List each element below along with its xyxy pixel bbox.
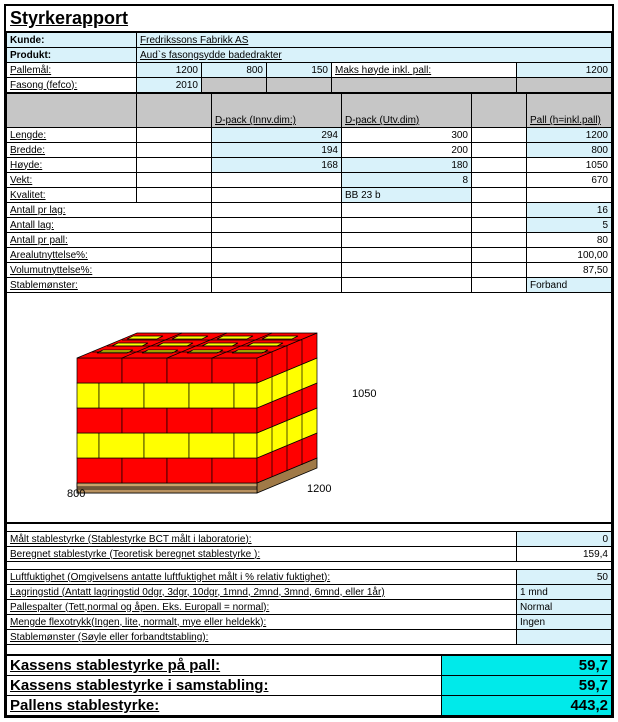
stablemonster2-value (517, 630, 612, 645)
hoyde-label: Høyde: (7, 158, 137, 173)
pallet-icon (57, 303, 377, 513)
stablemonster-label: Stablemønster: (7, 278, 212, 293)
lagringstid-label: Lagringstid (Antatt lagringstid 0dgr, 3d… (7, 585, 517, 600)
results-table: Kassens stablestyrke på pall: 59,7 Kasse… (6, 655, 612, 716)
antallprlag-val: 16 (527, 203, 612, 218)
arealutn-label: Arealutnyttelse%: (7, 248, 212, 263)
produkt-value: Aud`s fasongsydde badedrakter (137, 48, 612, 63)
fasong-value: 2010 (137, 78, 202, 93)
pallet-diagram: 1050 1200 800 (6, 293, 612, 523)
makshoyde-value: 1200 (516, 63, 611, 78)
report-title: Styrkerapport (6, 6, 612, 32)
lengde-label: Lengde: (7, 128, 137, 143)
luftfukt-label: Luftfuktighet (Omgivelsens antatte luftf… (7, 570, 517, 585)
pallespalter-value: Normal (517, 600, 612, 615)
bredde-utv: 200 (342, 143, 472, 158)
lagringstid-value: 1 mnd (517, 585, 612, 600)
report-container: Styrkerapport Kunde: Fredrikssons Fabrik… (4, 4, 614, 718)
lengde-innv: 294 (212, 128, 342, 143)
fasong-label: Fasong (fefco): (7, 78, 137, 93)
pallemal-v2: 800 (202, 63, 267, 78)
pallet-height-label: 1050 (352, 388, 376, 400)
bredde-pall: 800 (527, 143, 612, 158)
flexotrykk-value: Ingen (517, 615, 612, 630)
malt-label: Målt stablestyrke (Stablestyrke BCT målt… (7, 532, 517, 547)
col-dpack-utv: D-pack (Utv.dim) (342, 94, 472, 128)
hoyde-pall: 1050 (527, 158, 612, 173)
antallprlag-label: Antall pr lag: (7, 203, 212, 218)
luftfukt-value: 50 (517, 570, 612, 585)
pallemal-label: Pallemål: (7, 63, 137, 78)
vekt-label: Vekt: (7, 173, 137, 188)
kunde-value: Fredrikssons Fabrikk AS (137, 33, 612, 48)
flexotrykk-label: Mengde flexotrykk(Ingen, lite, normalt, … (7, 615, 517, 630)
antallprpall-label: Antall pr pall: (7, 233, 212, 248)
produkt-label: Produkt: (7, 48, 137, 63)
result2-value: 59,7 (442, 676, 612, 696)
result2-label: Kassens stablestyrke i samstabling: (7, 676, 442, 696)
bredde-innv: 194 (212, 143, 342, 158)
antallprpall-val: 80 (527, 233, 612, 248)
result1-label: Kassens stablestyrke på pall: (7, 656, 442, 676)
header-table: Kunde: Fredrikssons Fabrikk AS Produkt: … (6, 32, 612, 93)
makshoyde-label: Maks høyde inkl. pall: (332, 63, 517, 78)
pallet-width-label: 800 (67, 488, 85, 500)
stablemonster-val: Forband (527, 278, 612, 293)
result1-value: 59,7 (442, 656, 612, 676)
col-pall: Pall (h=inkl.pall) (527, 94, 612, 128)
arealutn-val: 100,00 (527, 248, 612, 263)
result3-label: Pallens stablestyrke: (7, 696, 442, 716)
lengde-utv: 300 (342, 128, 472, 143)
lengde-pall: 1200 (527, 128, 612, 143)
beregnet-value: 159,4 (517, 547, 612, 562)
beregnet-label: Beregnet stablestyrke (Teoretisk beregne… (7, 547, 517, 562)
col-dpack-innv: D-pack (Innv.dim:) (212, 94, 342, 128)
hoyde-utv: 180 (342, 158, 472, 173)
kvalitet-utv: BB 23 b (342, 188, 472, 203)
antalllag-val: 5 (527, 218, 612, 233)
pallespalter-label: Pallespalter (Tett,normal og åpen. Eks. … (7, 600, 517, 615)
antalllag-label: Antall lag: (7, 218, 212, 233)
volumutn-val: 87,50 (527, 263, 612, 278)
pallet-length-label: 1200 (307, 483, 331, 495)
dimension-table: D-pack (Innv.dim:) D-pack (Utv.dim) Pall… (6, 93, 612, 293)
hoyde-innv: 168 (212, 158, 342, 173)
malt-value: 0 (517, 532, 612, 547)
stablemonster2-label: Stablemønster (Søyle eller forbandtstabl… (7, 630, 517, 645)
bredde-label: Bredde: (7, 143, 137, 158)
vekt-utv: 8 (342, 173, 472, 188)
pallemal-v3: 150 (267, 63, 332, 78)
vekt-pall: 670 (527, 173, 612, 188)
volumutn-label: Volumutnyttelse%: (7, 263, 212, 278)
pallemal-v1: 1200 (137, 63, 202, 78)
measurements-table: Målt stablestyrke (Stablestyrke BCT målt… (6, 523, 612, 655)
kvalitet-label: Kvalitet: (7, 188, 137, 203)
kunde-label: Kunde: (7, 33, 137, 48)
result3-value: 443,2 (442, 696, 612, 716)
